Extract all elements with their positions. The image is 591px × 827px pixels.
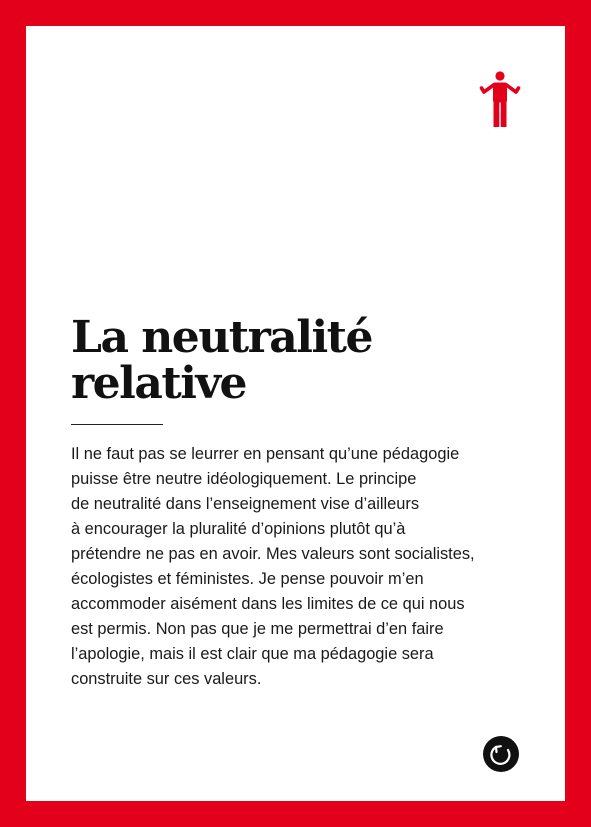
title-line: relative — [71, 358, 248, 409]
body-line: écologistes et féministes. Je pense pouv… — [71, 570, 424, 588]
body-line: est permis. Non pas que je me permettrai… — [71, 620, 444, 638]
body-line: de neutralité dans l’enseignement vise d… — [71, 495, 420, 513]
body-line: prétendre ne pas en avoir. Mes valeurs s… — [71, 545, 475, 563]
title-divider — [71, 424, 163, 425]
title-line: La neutralité — [71, 312, 374, 363]
card-title: La neutralité relative — [71, 315, 511, 407]
body-line: accommoder aisément dans les limites de … — [71, 595, 465, 613]
body-line: l’apologie, mais il est clair que ma péd… — [71, 645, 434, 663]
card-content: La neutralité relative Il ne faut pas se… — [26, 26, 565, 801]
card-frame: La neutralité relative Il ne faut pas se… — [0, 0, 591, 827]
body-line: puisse être neutre idéologiquement. Le p… — [71, 470, 417, 488]
body-line: construite sur ces valeurs. — [71, 670, 262, 688]
card-body: Il ne faut pas se leurrer en pensant qu’… — [71, 442, 531, 692]
person-shrugging-icon — [479, 71, 521, 127]
flip-card-button[interactable] — [483, 736, 519, 772]
body-line: Il ne faut pas se leurrer en pensant qu’… — [71, 445, 460, 463]
body-line: à encourager la pluralité d’opinions plu… — [71, 520, 406, 538]
rotate-arrow-icon — [490, 745, 511, 765]
